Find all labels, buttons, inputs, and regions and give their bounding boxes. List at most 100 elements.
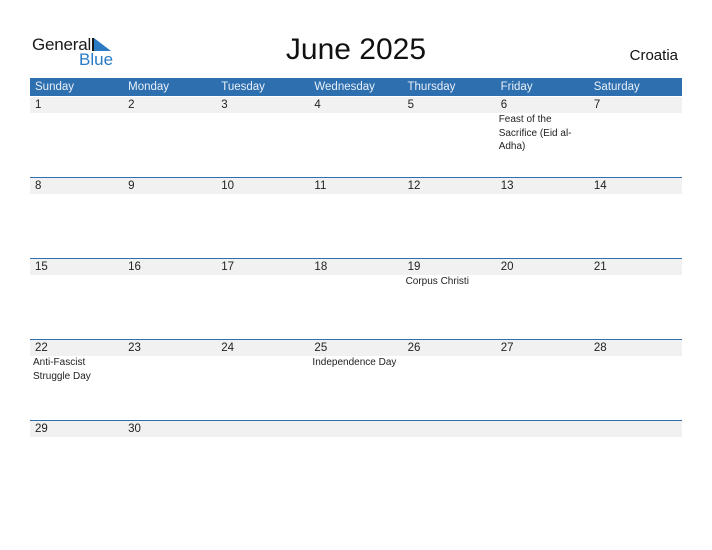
date-band: 23 xyxy=(123,340,217,356)
date-band: 29 xyxy=(30,421,124,437)
day-cell[interactable]: 16 xyxy=(123,259,217,340)
day-number: 10 xyxy=(221,180,235,192)
day-number: 4 xyxy=(314,99,321,111)
date-band: 9 xyxy=(123,178,217,194)
day-cell[interactable]: 26 xyxy=(402,340,496,421)
day-cell[interactable]: 24 xyxy=(216,340,310,421)
weekday-header: Sunday Monday Tuesday Wednesday Thursday… xyxy=(30,78,682,96)
weekday-friday: Friday xyxy=(500,81,533,93)
date-band: 28 xyxy=(588,340,682,356)
weekday-wednesday: Wednesday xyxy=(314,81,375,93)
date-band: 16 xyxy=(123,259,217,275)
day-cell[interactable]: 25 Independence Day xyxy=(309,340,403,421)
date-band: 1 xyxy=(30,97,124,113)
empty-day-cell xyxy=(402,421,496,502)
date-band: 17 xyxy=(216,259,310,275)
day-number: 26 xyxy=(407,342,421,354)
day-cell[interactable]: 4 xyxy=(309,97,403,178)
holiday-label: Independence Day xyxy=(312,357,397,368)
date-band: 13 xyxy=(495,178,589,194)
date-band: 2 xyxy=(123,97,217,113)
date-band: 22 xyxy=(30,340,124,356)
page-title: June 2025 xyxy=(285,33,427,66)
day-cell[interactable]: 23 xyxy=(123,340,217,421)
day-cell[interactable]: 18 xyxy=(309,259,403,340)
date-band: 7 xyxy=(588,97,682,113)
day-number: 3 xyxy=(221,99,228,111)
day-number: 29 xyxy=(35,423,48,435)
holiday-label: Anti-Fascist Struggle Day xyxy=(33,357,91,382)
date-band: 30 xyxy=(123,421,217,437)
day-cell[interactable]: 17 xyxy=(216,259,310,340)
weekday-sunday: Sunday xyxy=(35,81,75,93)
day-cell[interactable]: 5 xyxy=(402,97,496,178)
day-cell[interactable]: 10 xyxy=(216,178,310,259)
day-cell[interactable]: 1 xyxy=(30,97,124,178)
date-band: 25 xyxy=(309,340,403,356)
holiday-label: Corpus Christi xyxy=(405,276,469,287)
day-number: 11 xyxy=(314,180,327,192)
weekday-thursday: Thursday xyxy=(407,81,456,93)
day-number: 19 xyxy=(407,261,421,273)
day-cell[interactable]: 6 Feast of the Sacrifice (Eid al-Adha) xyxy=(495,97,589,178)
date-band: 26 xyxy=(402,340,496,356)
day-cell[interactable]: 30 xyxy=(123,421,217,502)
date-band: 14 xyxy=(588,178,682,194)
day-number: 9 xyxy=(128,180,135,192)
date-band: 6 xyxy=(495,97,589,113)
day-cell[interactable]: 9 xyxy=(123,178,217,259)
date-band: 5 xyxy=(402,97,496,113)
day-cell[interactable]: 12 xyxy=(402,178,496,259)
day-number: 15 xyxy=(35,261,48,273)
empty-day-cell xyxy=(588,421,682,502)
day-cell[interactable]: 21 xyxy=(588,259,682,340)
date-band xyxy=(495,421,589,437)
date-band xyxy=(216,421,310,437)
day-cell[interactable]: 2 xyxy=(123,97,217,178)
week-row: 1 2 3 4 5 6 Feast of the Sacrifice (Eid al-Adh… xyxy=(30,97,682,178)
date-band xyxy=(588,421,682,437)
week-row: 15 16 17 18 19 Corpus Christi 20 21 xyxy=(30,258,682,340)
day-number: 20 xyxy=(500,261,514,273)
day-number: 25 xyxy=(314,342,328,354)
date-band: 18 xyxy=(309,259,403,275)
date-band xyxy=(402,421,496,437)
day-cell[interactable]: 29 xyxy=(30,421,124,502)
week-row: 29 30 xyxy=(30,420,682,502)
weekday-saturday: Saturday xyxy=(593,81,640,93)
day-cell[interactable]: 20 xyxy=(495,259,589,340)
empty-day-cell xyxy=(309,421,403,502)
day-number: 23 xyxy=(128,342,141,354)
date-band: 21 xyxy=(588,259,682,275)
day-number: 14 xyxy=(593,180,607,192)
week-row: 22 Anti-Fascist Struggle Day 23 24 25 Indepen… xyxy=(30,339,682,421)
date-band: 20 xyxy=(495,259,589,275)
holiday-label: Feast of the Sacrifice (Eid al-Adha) xyxy=(498,114,572,152)
date-band xyxy=(309,421,403,437)
day-cell[interactable]: 8 xyxy=(30,178,124,259)
day-cell[interactable]: 15 xyxy=(30,259,124,340)
date-band: 19 xyxy=(402,259,496,275)
day-number: 30 xyxy=(128,423,141,435)
day-cell[interactable]: 14 xyxy=(588,178,682,259)
day-cell[interactable]: 7 xyxy=(588,97,682,178)
day-number: 6 xyxy=(500,99,508,111)
date-band: 24 xyxy=(216,340,310,356)
day-cell[interactable]: 3 xyxy=(216,97,310,178)
day-cell[interactable]: 13 xyxy=(495,178,589,259)
day-number: 12 xyxy=(407,180,421,192)
empty-day-cell xyxy=(216,421,310,502)
day-cell[interactable]: 28 xyxy=(588,340,682,421)
day-cell[interactable]: 27 xyxy=(495,340,589,421)
day-cell[interactable]: 19 Corpus Christi xyxy=(402,259,496,340)
day-number: 16 xyxy=(128,261,141,273)
date-band: 12 xyxy=(402,178,496,194)
day-number: 13 xyxy=(500,180,514,192)
date-band: 3 xyxy=(216,97,310,113)
day-cell[interactable]: 22 Anti-Fascist Struggle Day xyxy=(30,340,124,421)
day-number: 24 xyxy=(221,342,235,354)
day-cell[interactable]: 11 xyxy=(309,178,403,259)
country-label: Croatia xyxy=(629,47,678,64)
day-number: 1 xyxy=(35,99,42,111)
day-number: 5 xyxy=(407,99,414,111)
